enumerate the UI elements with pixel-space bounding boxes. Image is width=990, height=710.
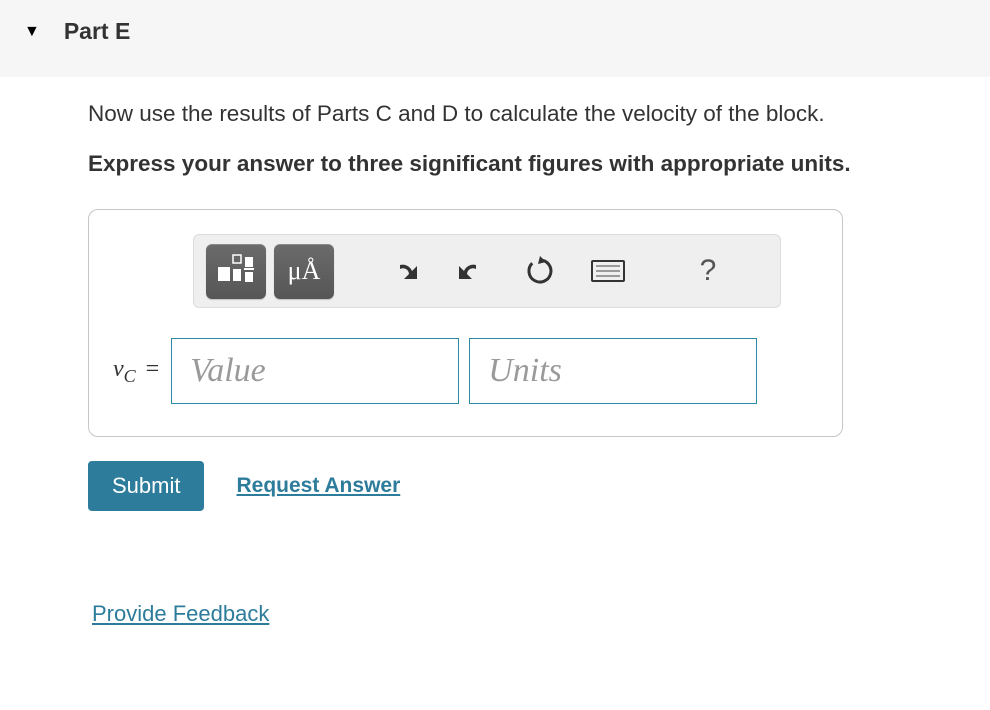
reset-button[interactable] (510, 244, 570, 299)
redo-icon (456, 257, 488, 285)
part-header[interactable]: ▼ Part E (0, 0, 990, 77)
actions-row: Submit Request Answer (88, 461, 990, 511)
symbols-icon: μÅ (288, 256, 321, 286)
submit-button[interactable]: Submit (88, 461, 204, 511)
equation-toolbar: μÅ (193, 234, 781, 308)
keyboard-icon (591, 260, 625, 282)
help-button[interactable]: ? (678, 244, 738, 299)
units-input[interactable] (469, 338, 757, 404)
undo-icon (388, 257, 420, 285)
hint-text: Express your answer to three significant… (88, 151, 990, 177)
variable-label: vC = (113, 356, 159, 387)
request-answer-link[interactable]: Request Answer (236, 474, 400, 498)
templates-icon (216, 253, 256, 289)
part-body: Now use the results of Parts C and D to … (0, 77, 990, 627)
caret-down-icon: ▼ (24, 23, 40, 41)
keyboard-button[interactable] (578, 244, 638, 299)
answer-panel: μÅ (88, 209, 843, 437)
reset-icon (525, 256, 555, 286)
instruction-text: Now use the results of Parts C and D to … (88, 99, 990, 129)
value-input[interactable] (171, 338, 459, 404)
provide-feedback-link[interactable]: Provide Feedback (92, 601, 269, 627)
symbols-button[interactable]: μÅ (274, 244, 334, 299)
part-title: Part E (64, 18, 130, 45)
help-icon: ? (700, 254, 717, 288)
answer-input-row: vC = (113, 338, 818, 404)
redo-button[interactable] (442, 244, 502, 299)
templates-button[interactable] (206, 244, 266, 299)
undo-button[interactable] (374, 244, 434, 299)
